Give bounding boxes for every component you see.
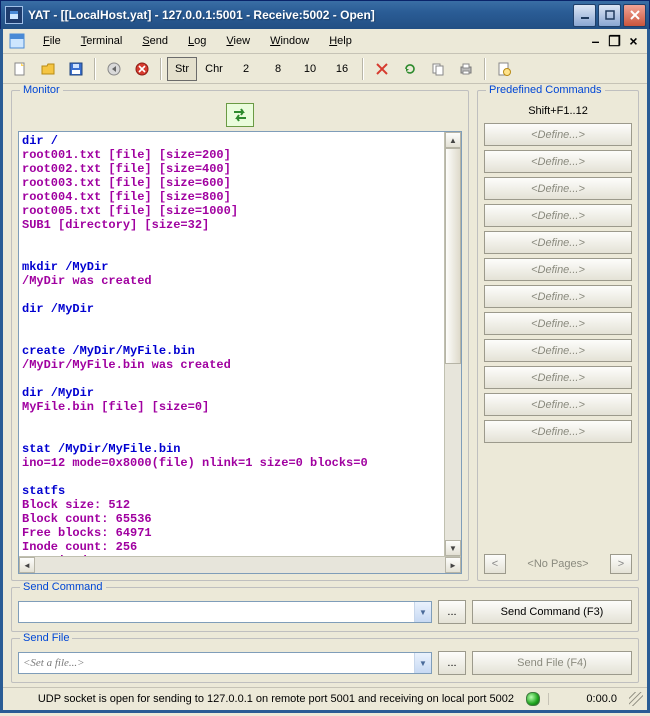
menu-window[interactable]: Window	[260, 32, 319, 50]
print-button[interactable]	[453, 57, 479, 81]
radix-2-button[interactable]: 2	[231, 57, 261, 81]
pager-prev-button[interactable]: <	[484, 554, 506, 574]
predefined-slot-5[interactable]: <Define...>	[484, 231, 632, 254]
mdi-minimize-button[interactable]: –	[588, 33, 603, 49]
menu-terminal[interactable]: Terminal	[71, 32, 133, 50]
client-area: Monitor dir / root001.txt [file] [size=2…	[3, 84, 647, 687]
scroll-up-arrow-icon[interactable]: ▲	[445, 132, 461, 148]
predefined-slot-10[interactable]: <Define...>	[484, 366, 632, 389]
open-button[interactable]	[35, 57, 61, 81]
dropdown-arrow-icon[interactable]: ▼	[414, 653, 431, 673]
back-button[interactable]	[101, 57, 127, 81]
direction-toggle-button[interactable]	[226, 103, 254, 127]
refresh-button[interactable]	[397, 57, 423, 81]
send-command-input[interactable]	[19, 602, 414, 622]
window-title: YAT - [[LocalHost.yat] - 127.0.0.1:5001 …	[28, 8, 571, 22]
predefined-slot-6[interactable]: <Define...>	[484, 258, 632, 281]
radix-str-button[interactable]: Str	[167, 57, 197, 81]
predefined-slot-8[interactable]: <Define...>	[484, 312, 632, 335]
predefined-pager: < <No Pages> >	[484, 554, 632, 574]
clear-button[interactable]	[369, 57, 395, 81]
horizontal-scrollbar[interactable]: ◄ ►	[19, 556, 461, 573]
predefined-slot-7[interactable]: <Define...>	[484, 285, 632, 308]
send-file-button[interactable]: Send File (F4)	[472, 651, 632, 675]
predefined-slot-9[interactable]: <Define...>	[484, 339, 632, 362]
predefined-slot-1[interactable]: <Define...>	[484, 123, 632, 146]
new-button[interactable]	[7, 57, 33, 81]
dropdown-arrow-icon[interactable]: ▼	[414, 602, 431, 622]
pager-label: <No Pages>	[510, 558, 606, 570]
send-file-browse-button[interactable]: ...	[438, 651, 466, 675]
menu-view[interactable]: View	[216, 32, 260, 50]
predefined-hint: Shift+F1..12	[484, 103, 632, 123]
send-command-combo[interactable]: ▼	[18, 601, 432, 623]
scroll-right-arrow-icon[interactable]: ►	[445, 557, 461, 573]
scroll-left-arrow-icon[interactable]: ◄	[19, 557, 35, 573]
maximize-button[interactable]	[598, 4, 621, 27]
status-message: UDP socket is open for sending to 127.0.…	[11, 693, 518, 705]
close-button[interactable]	[623, 4, 646, 27]
radix-16-button[interactable]: 16	[327, 57, 357, 81]
vertical-scrollbar[interactable]: ▲ ▼	[444, 132, 461, 556]
send-file-combo[interactable]: ▼	[18, 652, 432, 674]
menu-log[interactable]: Log	[178, 32, 216, 50]
menu-send[interactable]: Send	[132, 32, 178, 50]
mdi-restore-button[interactable]: ❐	[607, 33, 622, 50]
toolbar: Str Chr 2 8 10 16	[3, 54, 647, 84]
connection-led-icon	[526, 692, 540, 706]
radix-chr-button[interactable]: Chr	[199, 57, 229, 81]
send-file-input[interactable]	[19, 653, 414, 673]
predefined-slot-12[interactable]: <Define...>	[484, 420, 632, 443]
send-file-group: Send File ▼ ... Send File (F4)	[11, 638, 639, 683]
window-frame: File Terminal Send Log View Window Help …	[0, 29, 650, 713]
menu-help[interactable]: Help	[319, 32, 362, 50]
monitor-text[interactable]: dir / root001.txt [file] [size=200] root…	[19, 132, 444, 556]
copy-button[interactable]	[425, 57, 451, 81]
monitor-legend: Monitor	[20, 84, 63, 96]
stop-button[interactable]	[129, 57, 155, 81]
send-command-browse-button[interactable]: ...	[438, 600, 466, 624]
pager-next-button[interactable]: >	[610, 554, 632, 574]
predefined-slot-11[interactable]: <Define...>	[484, 393, 632, 416]
swap-arrows-icon	[231, 107, 249, 123]
radix-10-button[interactable]: 10	[295, 57, 325, 81]
save-button[interactable]	[63, 57, 89, 81]
scroll-down-arrow-icon[interactable]: ▼	[445, 540, 461, 556]
predefined-legend: Predefined Commands	[486, 84, 605, 96]
predefined-slot-2[interactable]: <Define...>	[484, 150, 632, 173]
send-command-button[interactable]: Send Command (F3)	[472, 600, 632, 624]
status-timer: 0:00.0	[548, 693, 621, 705]
monitor-output: dir / root001.txt [file] [size=200] root…	[18, 131, 462, 574]
scroll-thumb[interactable]	[445, 148, 461, 364]
menu-file[interactable]: File	[33, 32, 71, 50]
app-icon	[5, 6, 23, 24]
mdi-close-button[interactable]: ×	[626, 33, 641, 49]
send-command-legend: Send Command	[20, 581, 106, 593]
title-bar: YAT - [[LocalHost.yat] - 127.0.0.1:5001 …	[0, 0, 650, 29]
menu-bar: File Terminal Send Log View Window Help …	[3, 29, 647, 54]
send-file-legend: Send File	[20, 632, 72, 644]
minimize-button[interactable]	[573, 4, 596, 27]
predefined-slot-4[interactable]: <Define...>	[484, 204, 632, 227]
send-command-group: Send Command ▼ ... Send Command (F3)	[11, 587, 639, 632]
monitor-group: Monitor dir / root001.txt [file] [size=2…	[11, 90, 469, 581]
app-menu-icon[interactable]	[9, 33, 25, 49]
predefined-slot-3[interactable]: <Define...>	[484, 177, 632, 200]
radix-8-button[interactable]: 8	[263, 57, 293, 81]
status-bar: UDP socket is open for sending to 127.0.…	[3, 687, 647, 710]
predefined-commands-group: Predefined Commands Shift+F1..12 <Define…	[477, 90, 639, 581]
resize-grip-icon[interactable]	[629, 692, 643, 706]
settings-button[interactable]	[491, 57, 517, 81]
